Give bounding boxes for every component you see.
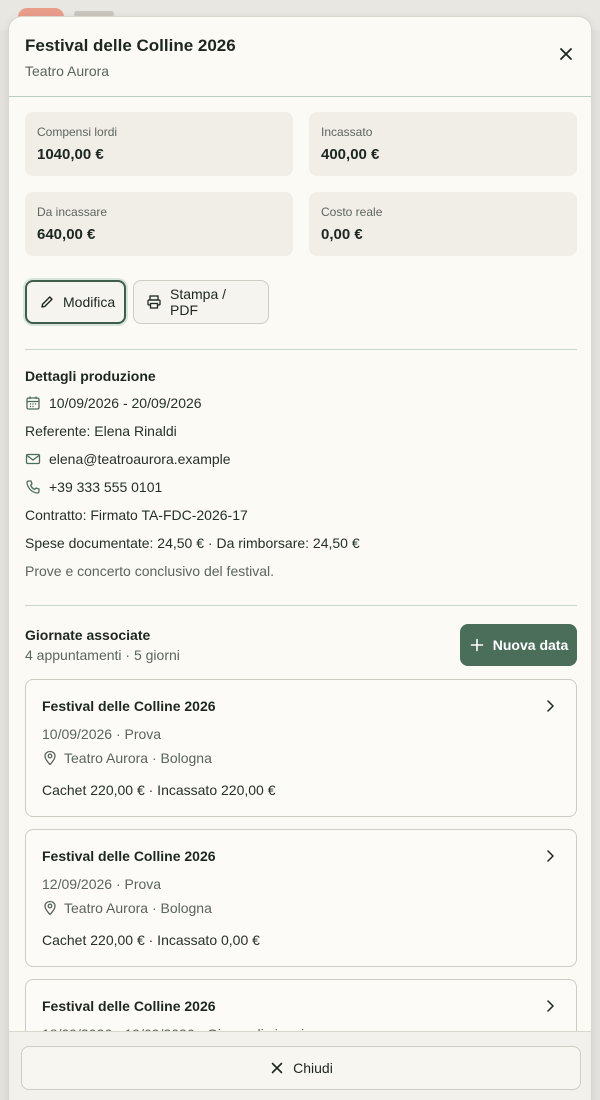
section-divider [25, 605, 577, 606]
modal-footer: Chiudi [9, 1031, 591, 1100]
new-date-label: Nuova data [492, 637, 569, 653]
day-card-money: Cachet 220,00 € · Incassato 220,00 € [42, 782, 276, 798]
stat-gross-fees: Compensi lordi 1040,00 € [25, 112, 293, 176]
phone-link[interactable]: +39 333 555 0101 [49, 479, 162, 495]
chevron-right-icon [542, 848, 558, 864]
stat-value: 1040,00 € [37, 146, 104, 163]
production-detail-modal: Festival delle Colline 2026 Teatro Auror… [8, 16, 592, 1100]
close-icon[interactable] [553, 41, 579, 67]
day-card[interactable]: Festival delle Colline 2026 12/09/2026 ·… [25, 829, 577, 967]
stat-value: 400,00 € [321, 146, 380, 163]
email-link[interactable]: elena@teatroaurora.example [49, 451, 231, 467]
day-card-place-text: Teatro Aurora · Bologna [64, 900, 212, 916]
day-card-place: Teatro Aurora · Bologna [42, 750, 212, 766]
edit-button-label: Modifica [63, 294, 116, 310]
stat-to-collect: Da incassare 640,00 € [25, 192, 293, 256]
phone-icon [25, 479, 41, 495]
plus-icon [469, 637, 485, 653]
stat-label: Compensi lordi [37, 125, 118, 139]
phone-row: +39 333 555 0101 [25, 479, 162, 495]
day-card-date: 10/09/2026 · Prova [42, 726, 162, 742]
day-card-place: Teatro Aurora · Bologna [42, 900, 212, 916]
day-card-money: Cachet 220,00 € · Incassato 0,00 € [42, 932, 260, 948]
expenses-text: Spese documentate: 24,50 € · Da rimborsa… [25, 535, 360, 551]
days-count: 4 appuntamenti · 5 giorni [25, 647, 180, 663]
map-pin-icon [42, 900, 58, 916]
stat-label: Incassato [321, 125, 373, 139]
dates-text: 10/09/2026 - 20/09/2026 [49, 395, 202, 411]
day-card-title: Festival delle Colline 2026 [42, 998, 216, 1014]
days-title: Giornate associate [25, 627, 151, 643]
new-date-button[interactable]: Nuova data [460, 624, 577, 666]
section-divider [25, 349, 577, 350]
details-title: Dettagli produzione [25, 368, 156, 384]
print-pdf-button[interactable]: Stampa / PDF [133, 280, 269, 324]
pencil-icon [39, 294, 55, 310]
referent-text: Referente: Elena Rinaldi [25, 423, 177, 439]
day-card-place-text: Teatro Aurora · Bologna [64, 750, 212, 766]
contract-text: Contratto: Firmato TA-FDC-2026-17 [25, 507, 248, 523]
day-card-title: Festival delle Colline 2026 [42, 848, 216, 864]
venue-subtitle: Teatro Aurora [25, 63, 110, 79]
map-pin-icon [42, 750, 58, 766]
stat-value: 0,00 € [321, 226, 363, 243]
chevron-right-icon [542, 998, 558, 1014]
email-row: elena@teatroaurora.example [25, 451, 231, 467]
notes-text: Prove e concerto conclusivo del festival… [25, 563, 275, 579]
mail-icon [25, 451, 41, 467]
printer-icon [146, 294, 162, 310]
calendar-icon [25, 395, 41, 411]
day-card[interactable]: Festival delle Colline 2026 10/09/2026 ·… [25, 679, 577, 817]
close-icon [269, 1060, 285, 1076]
page-title: Festival delle Colline 2026 [25, 36, 236, 55]
stat-value: 640,00 € [37, 226, 96, 243]
close-button-label: Chiudi [293, 1060, 333, 1076]
day-card-title: Festival delle Colline 2026 [42, 698, 216, 714]
stat-label: Da incassare [37, 205, 108, 219]
modal-header: Festival delle Colline 2026 Teatro Auror… [9, 17, 591, 97]
close-button[interactable]: Chiudi [21, 1046, 581, 1090]
chevron-right-icon [542, 698, 558, 714]
stat-collected: Incassato 400,00 € [309, 112, 577, 176]
dates-row: 10/09/2026 - 20/09/2026 [25, 395, 202, 411]
edit-button[interactable]: Modifica [25, 280, 126, 324]
print-button-label: Stampa / PDF [170, 286, 227, 318]
stat-real-cost: Costo reale 0,00 € [309, 192, 577, 256]
stat-label: Costo reale [321, 205, 383, 219]
day-card-date: 12/09/2026 · Prova [42, 876, 162, 892]
